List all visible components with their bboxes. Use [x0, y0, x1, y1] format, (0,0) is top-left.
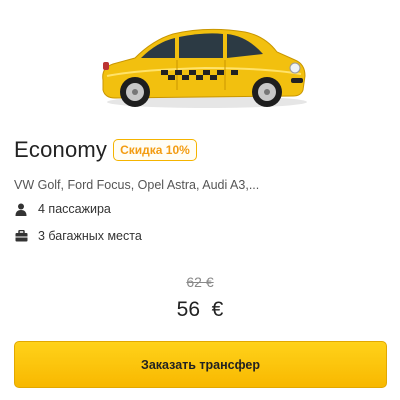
- luggage-label: 3 багажных места: [38, 229, 142, 243]
- tariff-title-row: Economy Скидка 10%: [14, 137, 197, 163]
- passengers-spec: 4 пассажира: [14, 202, 111, 216]
- tariff-card: Economy Скидка 10% VW Golf, Ford Focus, …: [0, 0, 400, 400]
- car-models-text: VW Golf, Ford Focus, Opel Astra, Audi A3…: [14, 178, 260, 192]
- person-icon: [14, 202, 28, 216]
- order-transfer-button-label: Заказать трансфер: [141, 357, 260, 372]
- tariff-title: Economy: [14, 137, 108, 162]
- order-transfer-button[interactable]: Заказать трансфер: [14, 341, 387, 388]
- discount-badge: Скидка 10%: [113, 139, 197, 161]
- luggage-spec: 3 багажных места: [14, 229, 142, 243]
- old-price: 62 €: [186, 274, 214, 290]
- suitcase-icon: [14, 229, 28, 243]
- car-illustration: [102, 28, 307, 108]
- new-price: 56 €: [176, 298, 224, 321]
- passengers-label: 4 пассажира: [38, 202, 111, 216]
- taxi-car-image: [95, 18, 310, 113]
